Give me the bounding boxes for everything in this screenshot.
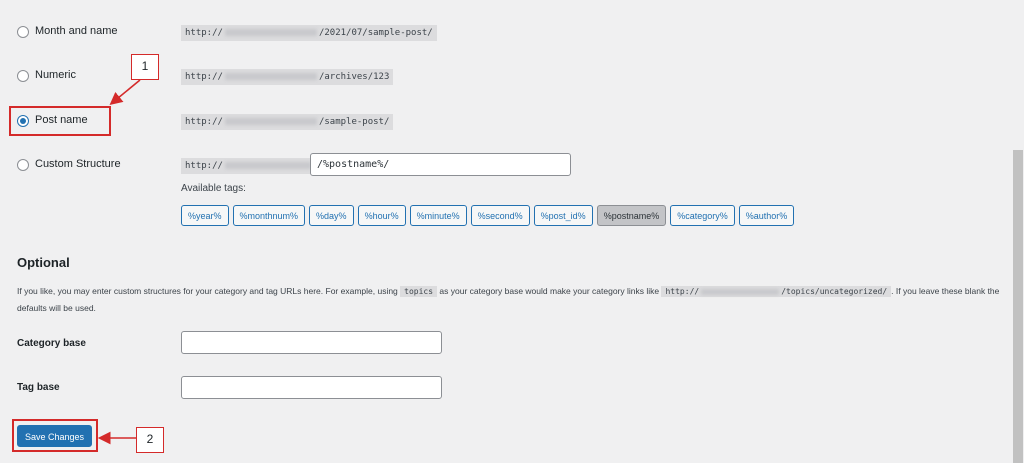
tag-button-second[interactable]: %second% bbox=[470, 205, 530, 226]
category-base-label: Category base bbox=[17, 338, 86, 349]
annotation-highlight-save-button bbox=[12, 419, 98, 452]
radio-label-custom-structure: Custom Structure bbox=[35, 158, 121, 170]
custom-structure-input[interactable] bbox=[310, 153, 571, 176]
annotation-highlight-post-name bbox=[9, 106, 111, 136]
tag-base-label: Tag base bbox=[17, 382, 60, 393]
code-category-url: http:///topics/uncategorized/ bbox=[661, 286, 892, 297]
tag-button-day[interactable]: %day% bbox=[309, 205, 354, 226]
tag-button-post-id[interactable]: %post_id% bbox=[533, 205, 593, 226]
scrollbar-track[interactable] bbox=[1012, 0, 1024, 463]
radio-numeric[interactable] bbox=[17, 70, 29, 82]
url-prefix-custom-structure: http:// bbox=[181, 158, 317, 174]
available-tags-label: Available tags: bbox=[181, 183, 246, 194]
tag-button-year[interactable]: %year% bbox=[181, 205, 229, 226]
tag-button-hour[interactable]: %hour% bbox=[357, 205, 406, 226]
tag-button-author[interactable]: %author% bbox=[738, 205, 795, 226]
url-example-month-and-name: http:///2021/07/sample-post/ bbox=[181, 25, 437, 41]
radio-label-month-and-name: Month and name bbox=[35, 25, 118, 37]
url-example-numeric: http:///archives/123 bbox=[181, 69, 394, 85]
tag-base-input[interactable] bbox=[181, 376, 442, 399]
radio-label-numeric: Numeric bbox=[35, 69, 76, 81]
tag-button-minute[interactable]: %minute% bbox=[409, 205, 467, 226]
category-base-input[interactable] bbox=[181, 331, 442, 354]
annotation-callout-1: 1 bbox=[131, 54, 159, 80]
radio-custom-structure[interactable] bbox=[17, 159, 29, 171]
tag-button-monthnum[interactable]: %monthnum% bbox=[232, 205, 306, 226]
scrollbar-thumb[interactable] bbox=[1013, 150, 1023, 463]
tag-button-category[interactable]: %category% bbox=[670, 205, 735, 226]
optional-section-description: If you like, you may enter custom struct… bbox=[17, 286, 1000, 313]
available-tags-list: %year% %monthnum% %day% %hour% %minute% … bbox=[181, 205, 795, 226]
url-example-post-name: http:///sample-post/ bbox=[181, 114, 394, 130]
tag-button-postname[interactable]: %postname% bbox=[596, 205, 667, 226]
arrow-to-post-name bbox=[109, 79, 141, 106]
annotation-callout-2: 2 bbox=[136, 427, 164, 453]
optional-section-title: Optional bbox=[17, 255, 70, 270]
radio-month-and-name[interactable] bbox=[17, 26, 29, 38]
code-topics: topics bbox=[400, 286, 438, 297]
